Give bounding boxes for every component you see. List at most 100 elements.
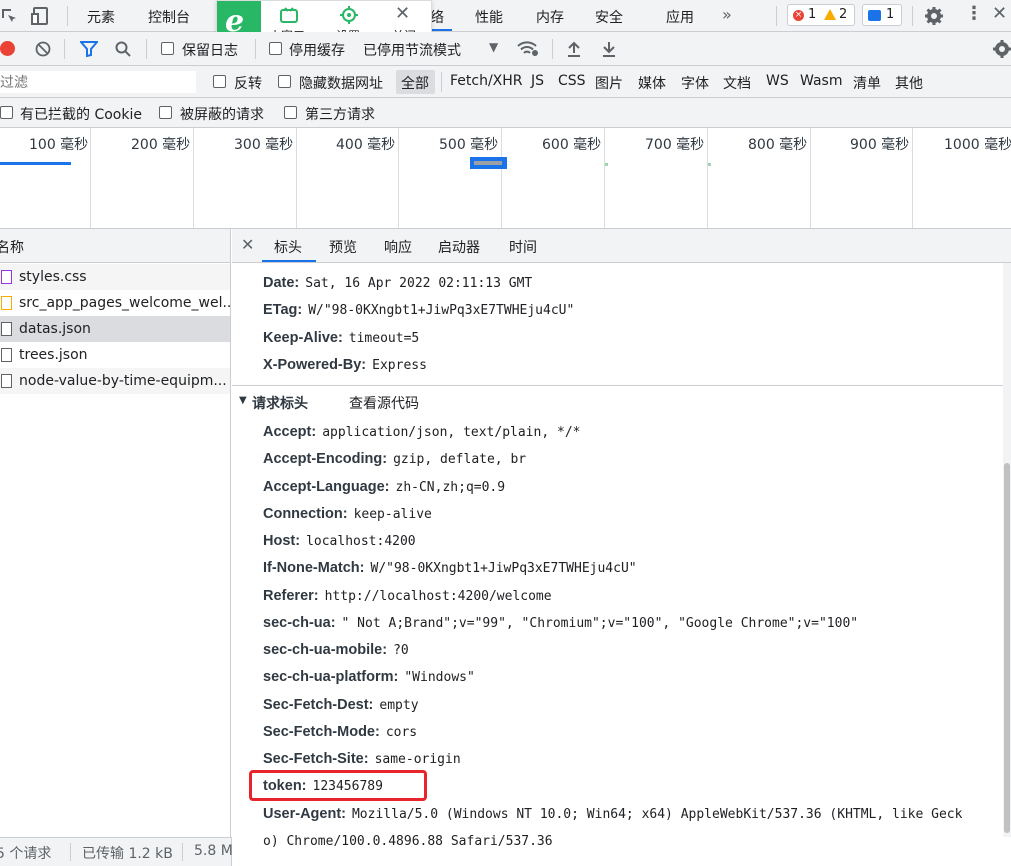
- throttle-select[interactable]: 已停用节流模式: [363, 40, 461, 60]
- tab-memory[interactable]: 内存: [536, 7, 564, 27]
- blocked-requests-label: 被屏蔽的请求: [180, 107, 264, 123]
- header-row: X-Powered-By: Express: [263, 357, 427, 373]
- headers-scrollbar[interactable]: [1003, 263, 1011, 837]
- tab-console[interactable]: 控制台: [148, 7, 190, 27]
- timeline-tick: 300 毫秒: [234, 137, 294, 153]
- timeline-tick: 600 毫秒: [542, 137, 602, 153]
- tab-network[interactable]: 络: [430, 7, 444, 27]
- header-row: Keep-Alive: timeout=5: [263, 330, 420, 346]
- inspect-element-icon[interactable]: [0, 6, 18, 26]
- network-toolbar: 保留日志 停用缓存 已停用节流模式 ▼: [0, 32, 1011, 66]
- section-divider: [232, 385, 1003, 386]
- overlay-gear-icon: [339, 6, 359, 24]
- header-row-user-agent-cont: o) Chrome/100.0.4896.88 Safari/537.36: [263, 834, 553, 849]
- expand-triangle-icon: ▼: [239, 395, 247, 406]
- type-filter-media[interactable]: 媒体: [638, 73, 666, 93]
- tab-headers-underline: [262, 260, 316, 262]
- tab-elements[interactable]: 元素: [87, 7, 115, 27]
- tab-timing[interactable]: 时间: [509, 237, 537, 257]
- network-settings-gear-icon[interactable]: [992, 39, 1011, 59]
- header-row: sec-ch-ua: " Not A;Brand";v="99", "Chromi…: [263, 615, 859, 631]
- device-toolbar-icon[interactable]: [30, 6, 52, 26]
- blocked-cookies-checkbox[interactable]: [0, 106, 13, 119]
- settings-gear-icon[interactable]: [923, 5, 945, 27]
- preserve-log-checkbox[interactable]: [161, 42, 174, 55]
- request-row[interactable]: node-value-by-time-equipm...: [0, 368, 230, 394]
- more-options-icon[interactable]: ⋮: [965, 3, 983, 24]
- type-filter-fetch[interactable]: Fetch/XHR: [450, 73, 523, 89]
- request-headers-section[interactable]: ▼ 请求标头 查看源代码: [238, 392, 638, 414]
- tab-response[interactable]: 响应: [384, 237, 412, 257]
- disable-cache-checkbox[interactable]: [269, 42, 282, 55]
- header-row: Connection: keep-alive: [263, 506, 432, 522]
- timeline-tick: 100 毫秒: [29, 137, 89, 153]
- mini-window-icon: [279, 6, 299, 24]
- header-row-user-agent: User-Agent: Mozilla/5.0 (Windows NT 10.0;…: [263, 806, 963, 822]
- messages-badge[interactable]: 1: [862, 4, 902, 26]
- header-row: Accept-Language: zh-CN,zh;q=0.9: [263, 479, 506, 495]
- request-list-header[interactable]: 名称: [0, 229, 230, 263]
- third-party-checkbox[interactable]: [284, 106, 297, 119]
- timeline-tick: 500 毫秒: [439, 137, 499, 153]
- timeline-tick: 700 毫秒: [645, 137, 705, 153]
- request-row-selected[interactable]: datas.json: [0, 316, 230, 342]
- request-row[interactable]: src_app_pages_welcome_wel...: [0, 290, 230, 316]
- tab-performance[interactable]: 性能: [475, 7, 503, 27]
- type-filter-ws[interactable]: WS: [766, 73, 789, 89]
- more-tabs-icon[interactable]: »: [722, 5, 732, 24]
- overlay-close-icon: ✕: [395, 3, 411, 24]
- timeline-tick: 400 毫秒: [336, 137, 396, 153]
- type-filter-img[interactable]: 图片: [595, 73, 623, 93]
- disable-cache-label: 停用缓存: [289, 43, 345, 59]
- filter-icon[interactable]: [80, 40, 98, 58]
- hide-data-urls-checkbox[interactable]: [278, 75, 291, 88]
- close-detail-icon[interactable]: ✕: [241, 235, 254, 254]
- tab-initiator[interactable]: 启动器: [438, 237, 480, 257]
- warning-icon: [824, 9, 836, 20]
- export-har-icon[interactable]: [600, 40, 618, 58]
- search-icon[interactable]: [114, 40, 132, 58]
- header-row: sec-ch-ua-platform: "Windows": [263, 669, 475, 685]
- transferred-size: 已传输 1.2 kB: [82, 846, 173, 862]
- request-row[interactable]: trees.json: [0, 342, 230, 368]
- type-filter-css[interactable]: CSS: [558, 73, 586, 89]
- type-filter-font[interactable]: 字体: [681, 73, 709, 93]
- name-column-header: 名称: [0, 240, 24, 256]
- error-count: 1: [808, 7, 817, 22]
- close-devtools-icon[interactable]: ✕: [992, 3, 1007, 24]
- detail-tab-bar: ✕ 标头 预览 响应 启动器 时间: [232, 229, 1011, 263]
- file-icon: [1, 374, 12, 388]
- type-filter-wasm[interactable]: Wasm: [800, 73, 842, 89]
- import-har-icon[interactable]: [565, 40, 583, 58]
- request-row[interactable]: styles.css: [0, 264, 230, 290]
- type-filter-js[interactable]: JS: [531, 73, 544, 89]
- stylesheet-file-icon: [1, 270, 12, 284]
- header-row: Sec-Fetch-Mode: cors: [263, 724, 418, 740]
- view-source-link[interactable]: 查看源代码: [349, 393, 419, 413]
- filter-input[interactable]: [0, 71, 196, 93]
- blocked-requests-checkbox[interactable]: [159, 106, 172, 119]
- type-filter-all-label[interactable]: 全部: [401, 73, 429, 93]
- type-filter-manifest[interactable]: 清单: [853, 73, 881, 93]
- warning-count: 2: [839, 7, 848, 22]
- tab-headers[interactable]: 标头: [274, 237, 302, 257]
- throttle-dropdown-icon[interactable]: ▼: [489, 40, 498, 54]
- header-row: ETag: W/"98-0KXngbt1+JiwPq3xE7TWHEju4cU": [263, 302, 575, 318]
- timeline-tick: 900 毫秒: [850, 137, 910, 153]
- header-row: If-None-Match: W/"98-0KXngbt1+JiwPq3xE7TW…: [263, 560, 637, 576]
- preserve-log-label: 保留日志: [182, 43, 238, 59]
- issues-badge[interactable]: × 1 2: [787, 4, 855, 26]
- tab-application[interactable]: 应用: [666, 7, 694, 27]
- clear-icon[interactable]: [34, 40, 52, 58]
- network-conditions-icon[interactable]: [517, 40, 539, 58]
- type-filter-doc[interactable]: 文档: [723, 73, 751, 93]
- type-filter-other[interactable]: 其他: [895, 73, 923, 93]
- tab-preview[interactable]: 预览: [329, 237, 357, 257]
- invert-checkbox[interactable]: [213, 75, 226, 88]
- file-icon: [1, 348, 12, 362]
- error-icon: ×: [793, 10, 804, 21]
- scrollbar-thumb[interactable]: [1004, 463, 1010, 833]
- tab-security[interactable]: 安全: [595, 7, 623, 27]
- invert-label: 反转: [234, 76, 262, 92]
- record-icon[interactable]: [0, 41, 15, 56]
